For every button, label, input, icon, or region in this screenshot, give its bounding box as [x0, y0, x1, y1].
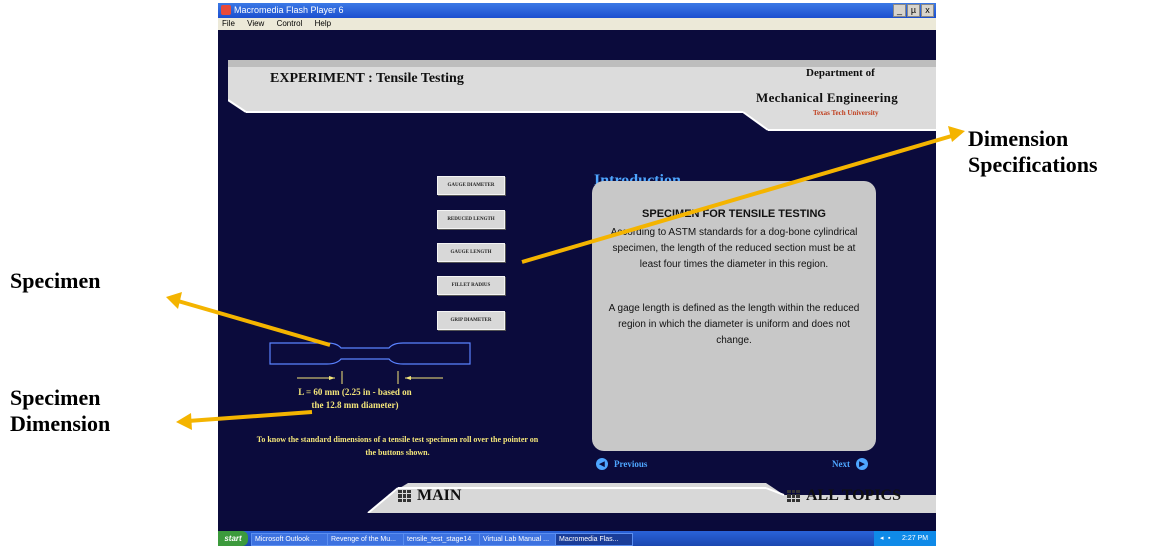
arrowhead-dimension-specs [948, 126, 965, 142]
arrow-specimen [177, 299, 331, 347]
arrowhead-specimen [166, 292, 182, 309]
annotation-arrows [166, 126, 965, 430]
arrow-specimen-dimension [187, 410, 313, 423]
arrow-dimension-specs [521, 133, 956, 264]
arrowhead-specimen-dimension [176, 413, 192, 430]
